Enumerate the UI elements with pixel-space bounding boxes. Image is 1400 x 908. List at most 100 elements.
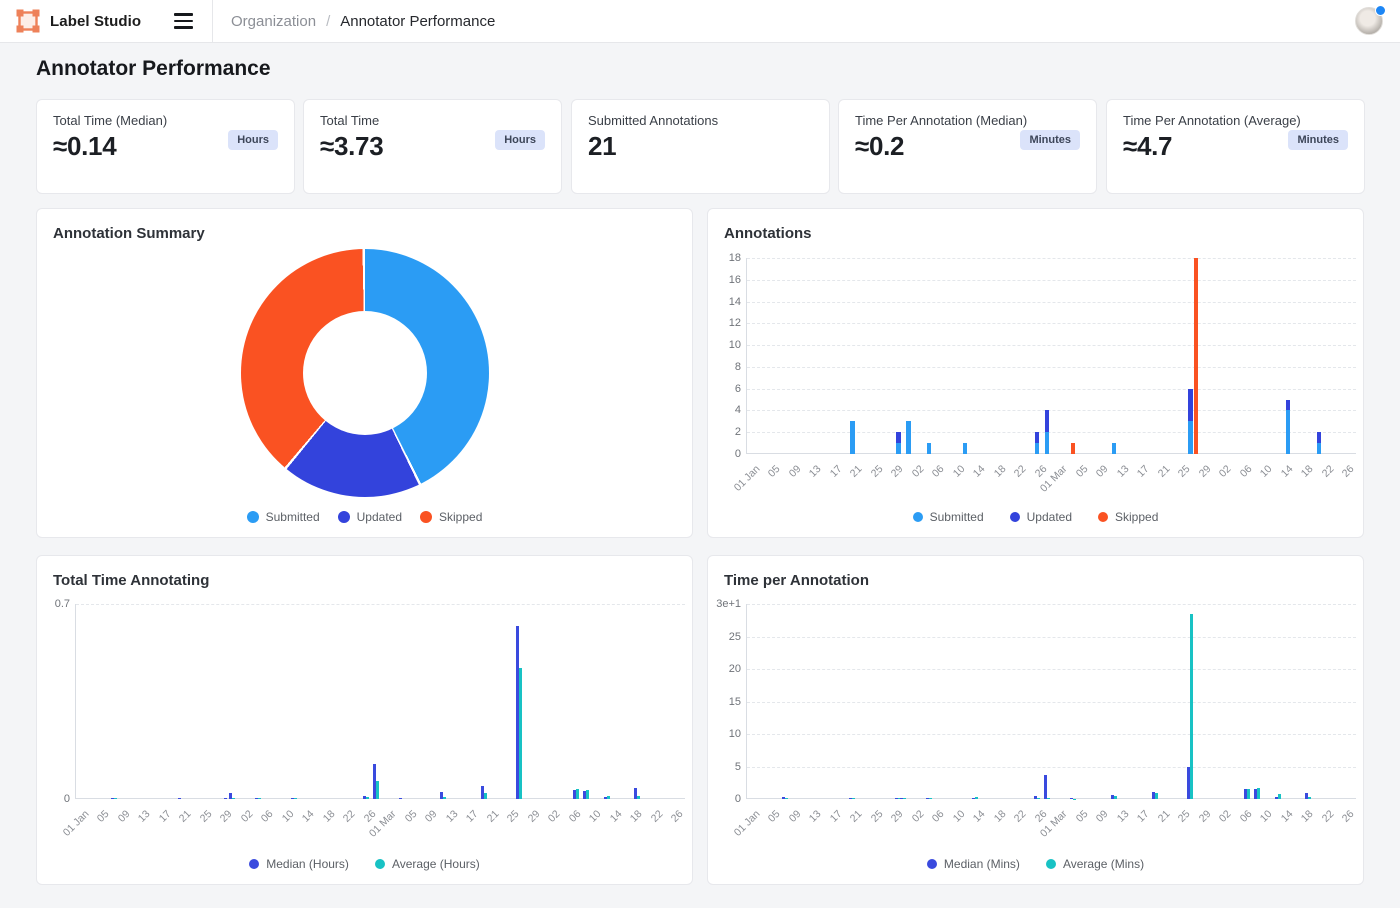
time-per-annotation-plot: 3e+1252015105001 Jan05091317212529020610…: [746, 604, 1356, 799]
legend-item-average-mins[interactable]: Average (Mins): [1046, 857, 1144, 871]
x-axis-tick-label: 21: [1155, 808, 1172, 825]
stat-label: Submitted Annotations: [588, 113, 813, 128]
x-axis-tick-label: 13: [1114, 463, 1131, 480]
stat-card-total-time-median: Total Time (Median) ≈0.14 Hours: [36, 99, 295, 194]
x-axis-tick-label: 14: [971, 808, 988, 825]
x-axis-tick-label: 21: [1155, 463, 1172, 480]
gridline: [747, 734, 1356, 735]
gridline: [747, 410, 1356, 411]
gridline: [747, 637, 1356, 638]
bar: [1286, 410, 1291, 454]
bar: [963, 443, 968, 454]
gridline: [747, 258, 1356, 259]
y-axis-tick-label: 0: [40, 793, 70, 805]
bar: [1047, 798, 1050, 799]
x-axis-tick-label: 29: [889, 808, 906, 825]
gridline: [747, 367, 1356, 368]
breadcrumb: Organization / Annotator Performance: [231, 13, 495, 30]
x-axis-tick-label: 02: [909, 808, 926, 825]
x-axis-tick-label: 02: [546, 808, 563, 825]
x-axis-tick-label: 26: [669, 808, 686, 825]
x-axis-tick-label: 14: [1278, 463, 1295, 480]
x-axis-tick-label: 29: [218, 808, 235, 825]
page-title: Annotator Performance: [36, 57, 271, 81]
notification-dot: [1375, 5, 1386, 16]
bar: [852, 798, 855, 799]
legend-item-updated[interactable]: Updated: [1010, 510, 1072, 524]
donut-legend: Submitted Updated Skipped: [37, 510, 692, 524]
bar: [1044, 775, 1047, 799]
bar: [1317, 432, 1322, 443]
bar: [376, 781, 379, 799]
x-axis-tick-label: 17: [827, 808, 844, 825]
y-axis-tick-label: 0: [711, 448, 741, 460]
bar: [1071, 443, 1076, 454]
gridline: [747, 604, 1356, 605]
bar: [607, 796, 610, 799]
gridline: [747, 669, 1356, 670]
donut-hole: [303, 311, 427, 435]
x-axis-tick-label: 02: [1217, 808, 1234, 825]
x-axis-tick-label: 02: [1217, 463, 1234, 480]
bar: [443, 797, 446, 799]
y-axis-tick-label: 18: [711, 252, 741, 264]
legend-item-median-hours[interactable]: Median (Hours): [249, 857, 349, 871]
header-divider: [212, 0, 213, 43]
bar: [1194, 258, 1199, 454]
bar: [1188, 421, 1193, 454]
x-axis-tick-label: 10: [587, 808, 604, 825]
x-axis-tick-label: 18: [628, 808, 645, 825]
menu-toggle-button[interactable]: [166, 6, 200, 36]
y-axis-tick-label: 16: [711, 274, 741, 286]
legend-item-average-hours[interactable]: Average (Hours): [375, 857, 480, 871]
brand: Label Studio: [0, 9, 166, 33]
x-axis-tick-label: 29: [889, 463, 906, 480]
unit-badge: Hours: [228, 130, 278, 150]
bar: [929, 798, 932, 799]
x-axis-tick-label: 21: [848, 463, 865, 480]
stat-card-submitted-annotations: Submitted Annotations 21: [571, 99, 830, 194]
y-axis-tick-label: 20: [711, 663, 741, 675]
x-axis-tick-label: 14: [300, 808, 317, 825]
gridline: [747, 389, 1356, 390]
bar: [258, 798, 261, 799]
user-avatar[interactable]: [1355, 7, 1385, 37]
y-axis-tick-label: 6: [711, 383, 741, 395]
legend-dot: [420, 511, 432, 523]
x-axis-tick-label: 22: [1012, 808, 1029, 825]
legend-dot: [338, 511, 350, 523]
legend-dot: [247, 511, 259, 523]
bar: [1188, 389, 1193, 422]
stat-label: Time Per Annotation (Average): [1123, 113, 1348, 128]
legend-dot: [1010, 512, 1020, 522]
legend-item-submitted[interactable]: Submitted: [247, 510, 320, 524]
x-axis-tick-label: 17: [827, 463, 844, 480]
legend-item-skipped[interactable]: Skipped: [1098, 510, 1158, 524]
x-axis-tick-label: 09: [1094, 808, 1111, 825]
annotations-plot: 02468101214161801 Jan0509131721252902061…: [746, 258, 1356, 454]
x-axis-tick-label: 21: [177, 808, 194, 825]
bar: [1286, 400, 1291, 411]
legend-item-skipped[interactable]: Skipped: [420, 510, 482, 524]
x-axis-tick-label: 13: [807, 463, 824, 480]
x-axis-tick-label: 25: [1176, 808, 1193, 825]
x-axis-tick-label: 22: [341, 808, 358, 825]
y-axis-tick-label: 25: [711, 631, 741, 643]
bar: [903, 798, 906, 799]
x-axis-tick-label: 18: [1299, 808, 1316, 825]
bar: [1278, 794, 1281, 799]
stat-card-total-time: Total Time ≈3.73 Hours: [303, 99, 562, 194]
y-axis-tick-label: 4: [711, 404, 741, 416]
breadcrumb-organization[interactable]: Organization: [231, 13, 316, 30]
bar: [896, 443, 901, 454]
legend-item-submitted[interactable]: Submitted: [913, 510, 984, 524]
total-time-annotating-card: Total Time Annotating 0.7001 Jan05091317…: [36, 555, 693, 885]
bar: [1035, 443, 1040, 454]
hamburger-icon: [174, 13, 193, 15]
x-axis-tick-label: 06: [1237, 463, 1254, 480]
bar: [1308, 797, 1311, 799]
legend-item-median-mins[interactable]: Median (Mins): [927, 857, 1020, 871]
legend-item-updated[interactable]: Updated: [338, 510, 402, 524]
x-axis-tick-label: 22: [1012, 463, 1029, 480]
x-axis-tick-label: 26: [1340, 808, 1357, 825]
